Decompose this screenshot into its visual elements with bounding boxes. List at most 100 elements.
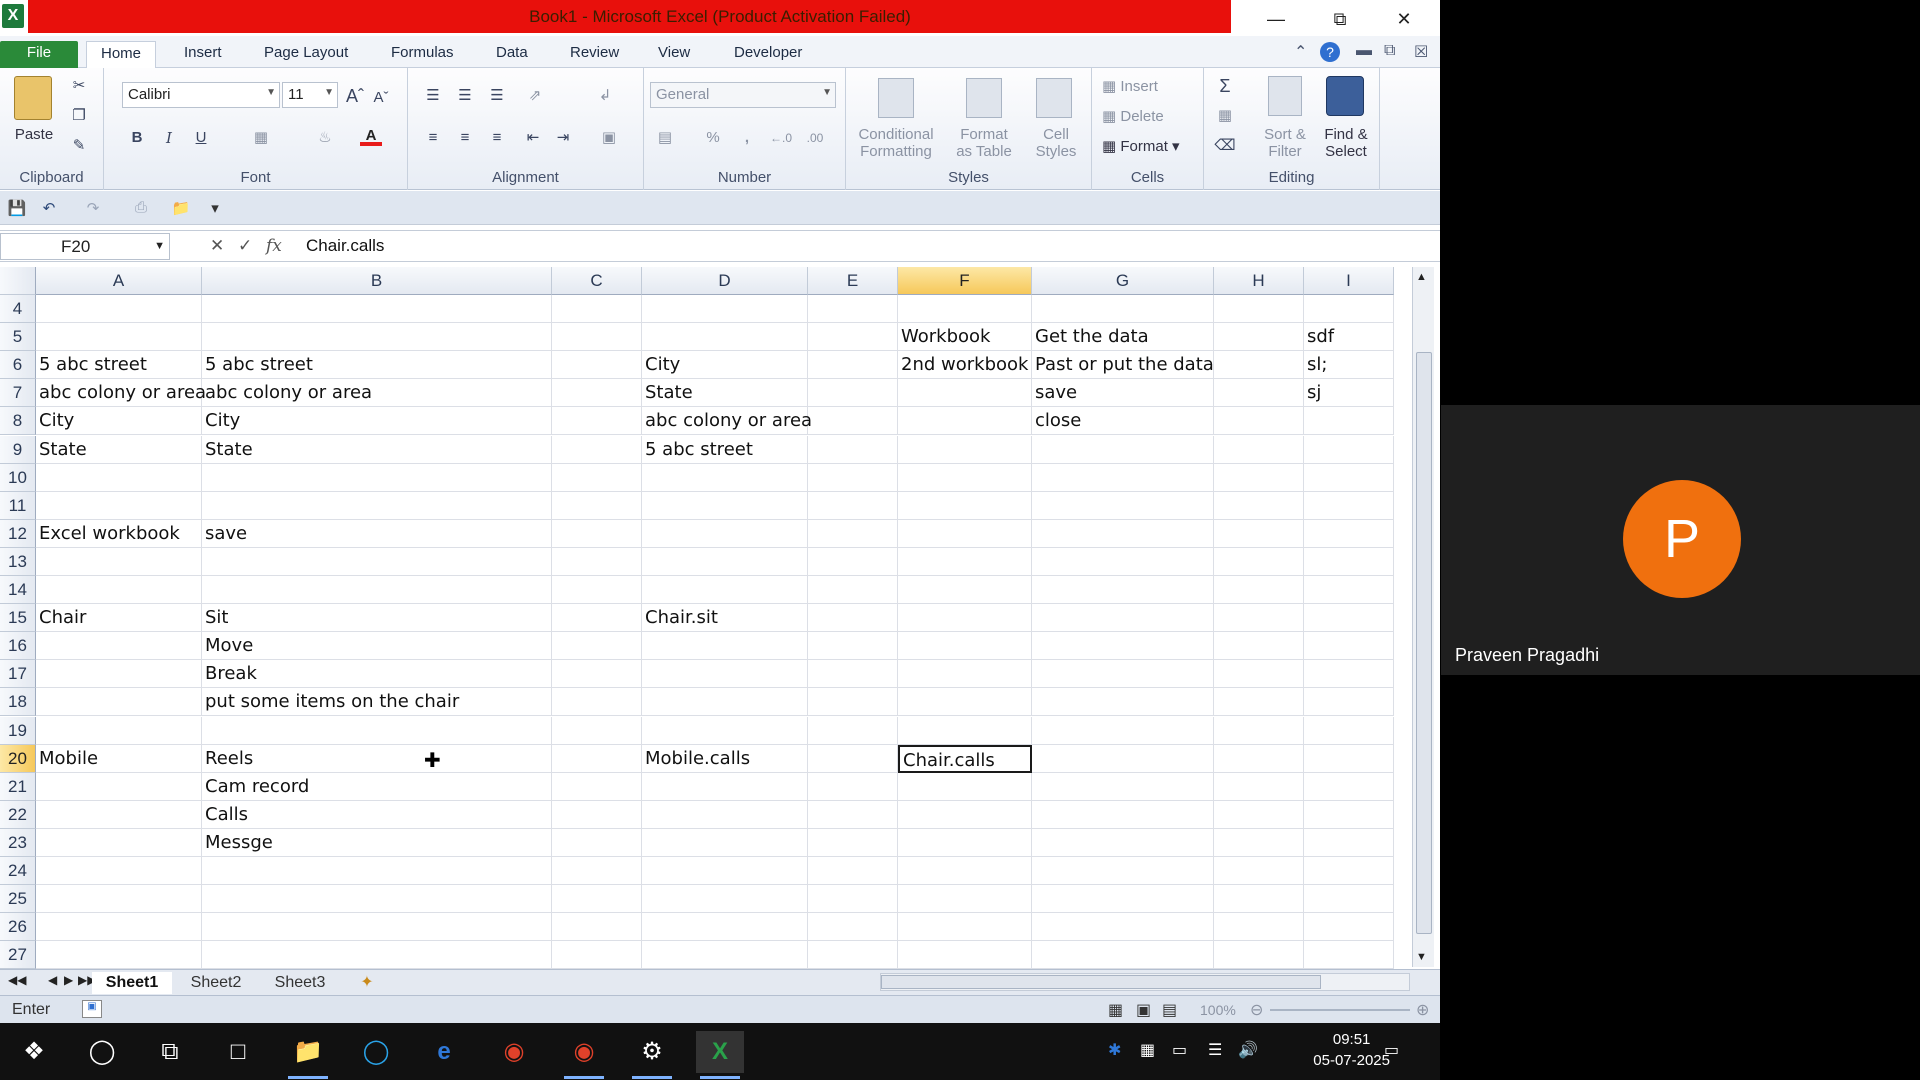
align-middle-icon[interactable]: ☰ bbox=[454, 86, 476, 106]
cell-a24[interactable] bbox=[36, 857, 202, 885]
cell-c14[interactable] bbox=[552, 576, 642, 604]
cell-i16[interactable] bbox=[1304, 632, 1394, 661]
cell-e10[interactable] bbox=[808, 463, 898, 492]
tab-file[interactable]: File bbox=[0, 41, 78, 68]
column-header-d[interactable]: D bbox=[642, 267, 808, 295]
cell-b19[interactable] bbox=[202, 716, 552, 745]
format-cells-button[interactable]: ▦ Format ▾ bbox=[1102, 138, 1198, 155]
open-icon[interactable]: 📁 bbox=[170, 199, 192, 219]
cell-d16[interactable] bbox=[642, 632, 808, 661]
tab-developer[interactable]: Developer bbox=[720, 41, 816, 68]
format-painter-icon[interactable]: ✎ bbox=[68, 136, 90, 156]
column-header-b[interactable]: B bbox=[202, 267, 552, 295]
cell-e14[interactable] bbox=[808, 576, 898, 604]
close-button[interactable]: ✕ bbox=[1384, 6, 1424, 32]
font-name-combo[interactable]: Calibri ▼ bbox=[122, 82, 280, 108]
cell-h26[interactable] bbox=[1214, 913, 1304, 942]
cell-i15[interactable] bbox=[1304, 604, 1394, 633]
search-icon[interactable]: ◯ bbox=[78, 1031, 126, 1073]
cell-f17[interactable] bbox=[898, 660, 1032, 689]
undo-icon[interactable]: ↶ bbox=[38, 199, 60, 219]
cell-h17[interactable] bbox=[1214, 660, 1304, 689]
minimize-button[interactable]: — bbox=[1256, 6, 1296, 32]
fill-icon[interactable]: ▦ bbox=[1214, 106, 1236, 126]
row-header-15[interactable]: 15 bbox=[0, 604, 36, 633]
row-header-25[interactable]: 25 bbox=[0, 885, 36, 914]
insert-function-icon[interactable]: fx bbox=[266, 236, 282, 256]
cell-b24[interactable] bbox=[202, 857, 552, 885]
cell-g4[interactable] bbox=[1032, 295, 1214, 323]
cancel-entry-icon[interactable]: ✕ bbox=[210, 236, 224, 256]
shrink-font-icon[interactable]: Aˇ bbox=[370, 88, 392, 108]
cell-d19[interactable] bbox=[642, 716, 808, 745]
notifications-icon[interactable]: ▭ bbox=[1384, 1040, 1399, 1060]
number-format-combo[interactable]: General ▼ bbox=[650, 82, 836, 108]
cell-d6[interactable]: City bbox=[642, 351, 808, 380]
cell-e25[interactable] bbox=[808, 885, 898, 914]
row-header-13[interactable]: 13 bbox=[0, 547, 36, 576]
cell-a19[interactable] bbox=[36, 716, 202, 745]
cell-c11[interactable] bbox=[552, 491, 642, 520]
cell-i18[interactable] bbox=[1304, 688, 1394, 717]
save-icon[interactable]: 💾 bbox=[6, 199, 28, 219]
cell-b22[interactable]: Calls bbox=[202, 800, 552, 829]
cell-a22[interactable] bbox=[36, 800, 202, 829]
row-header-23[interactable]: 23 bbox=[0, 828, 36, 857]
cell-h12[interactable] bbox=[1214, 519, 1304, 548]
fill-color-icon[interactable]: ♨ bbox=[314, 128, 336, 148]
cell-f15[interactable] bbox=[898, 604, 1032, 633]
font-size-combo[interactable]: 11 ▼ bbox=[282, 82, 338, 108]
prev-sheet-icon[interactable]: ◀ bbox=[48, 973, 57, 987]
battery-icon[interactable]: ▭ bbox=[1172, 1040, 1187, 1060]
cell-e13[interactable] bbox=[808, 547, 898, 576]
align-left-icon[interactable]: ≡ bbox=[422, 128, 444, 148]
cell-h7[interactable] bbox=[1214, 379, 1304, 408]
row-header-16[interactable]: 16 bbox=[0, 632, 36, 661]
cell-g11[interactable] bbox=[1032, 491, 1214, 520]
cell-d15[interactable]: Chair.sit bbox=[642, 604, 808, 633]
row-header-10[interactable]: 10 bbox=[0, 463, 36, 492]
next-sheet-icon[interactable]: ▶ bbox=[64, 973, 73, 987]
edge-icon[interactable]: ◯ bbox=[352, 1031, 400, 1073]
worksheet-grid[interactable]: A B C D E F G H I 4 5 Workbook Get the data sdf 6 5 abc… bbox=[0, 267, 1410, 970]
cell-i11[interactable] bbox=[1304, 491, 1394, 520]
cell-c21[interactable] bbox=[552, 772, 642, 801]
cell-h23[interactable] bbox=[1214, 828, 1304, 857]
sheet-tab-2[interactable]: Sheet2 bbox=[180, 972, 252, 994]
macro-record-icon[interactable]: ▣ bbox=[82, 1000, 102, 1018]
insert-cells-button[interactable]: ▦ Insert bbox=[1102, 78, 1192, 95]
cell-a16[interactable] bbox=[36, 632, 202, 661]
row-header-24[interactable]: 24 bbox=[0, 857, 36, 885]
cell-e19[interactable] bbox=[808, 716, 898, 745]
paste-button[interactable]: Paste bbox=[10, 126, 58, 143]
cell-f12[interactable] bbox=[898, 519, 1032, 548]
scroll-up-icon[interactable]: ▲ bbox=[1416, 271, 1427, 283]
cell-g12[interactable] bbox=[1032, 519, 1214, 548]
cell-f25[interactable] bbox=[898, 885, 1032, 914]
cell-c5[interactable] bbox=[552, 323, 642, 352]
print-icon[interactable]: ⎙ bbox=[130, 199, 152, 219]
cell-g13[interactable] bbox=[1032, 547, 1214, 576]
cell-b21[interactable]: Cam record bbox=[202, 772, 552, 801]
cell-styles-button[interactable]: Cell Styles bbox=[1026, 126, 1086, 160]
cell-a15[interactable]: Chair bbox=[36, 604, 202, 633]
cell-e4[interactable] bbox=[808, 295, 898, 323]
decrease-indent-icon[interactable]: ⇤ bbox=[522, 128, 544, 148]
cell-c6[interactable] bbox=[552, 351, 642, 380]
sort-filter-button[interactable]: Sort & Filter bbox=[1256, 126, 1314, 160]
cell-a20[interactable]: Mobile bbox=[36, 744, 202, 773]
cell-c13[interactable] bbox=[552, 547, 642, 576]
cell-g5[interactable]: Get the data bbox=[1032, 323, 1214, 352]
cell-a25[interactable] bbox=[36, 885, 202, 914]
cell-g19[interactable] bbox=[1032, 716, 1214, 745]
minimize-ribbon-icon[interactable]: ⌃ bbox=[1294, 42, 1307, 62]
cell-i5[interactable]: sdf bbox=[1304, 323, 1394, 352]
cell-h10[interactable] bbox=[1214, 463, 1304, 492]
cell-d27[interactable] bbox=[642, 941, 808, 970]
cell-b10[interactable] bbox=[202, 463, 552, 492]
input-method-icon[interactable]: ▦ bbox=[1140, 1040, 1155, 1060]
customize-qat-icon[interactable]: ▾ bbox=[204, 199, 226, 219]
cell-i20[interactable] bbox=[1304, 744, 1394, 773]
cut-icon[interactable]: ✂ bbox=[68, 76, 90, 96]
cell-g17[interactable] bbox=[1032, 660, 1214, 689]
